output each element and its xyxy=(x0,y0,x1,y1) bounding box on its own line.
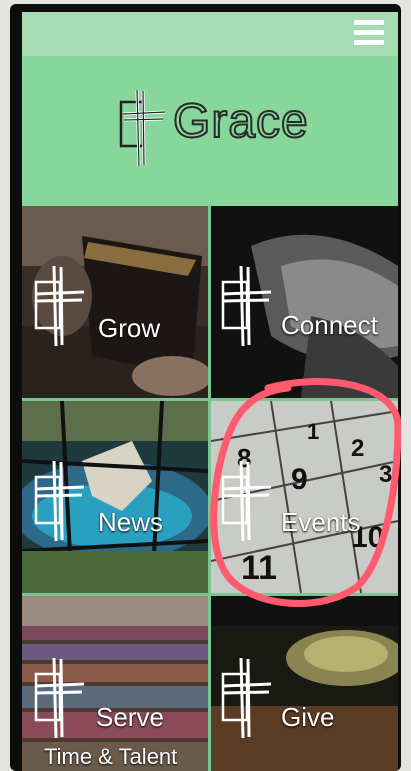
tile-grow[interactable]: Grow xyxy=(22,206,208,398)
calendar-number: 3 xyxy=(379,461,393,488)
menu-grid: Grow Connect News 1 2 3 8 9 10 11 Events… xyxy=(22,206,398,771)
tile-sublabel: Time & Talent xyxy=(44,744,178,769)
app-title: Grace xyxy=(172,94,309,149)
tile-serve[interactable]: Serve Time & Talent xyxy=(22,596,208,771)
header-top-bar xyxy=(22,12,398,56)
tile-label: Grow xyxy=(98,313,161,343)
tile-news[interactable]: News xyxy=(22,401,208,593)
cross-logo-icon xyxy=(119,89,166,167)
tile-label: Connect xyxy=(281,310,378,340)
app-header: Grace xyxy=(22,56,398,206)
calendar-number: 9 xyxy=(291,463,308,496)
cross-icon xyxy=(221,657,272,739)
app-screen: Grace Grow Connect News 1 2 3 8 9 10 11 … xyxy=(10,4,401,771)
tile-label: Serve xyxy=(96,702,164,732)
hamburger-menu-icon[interactable] xyxy=(354,20,384,46)
grace-logo: Grace xyxy=(117,84,317,168)
cross-icon xyxy=(221,265,272,347)
calendar-number: 2 xyxy=(351,435,365,462)
tile-events[interactable]: 1 2 3 8 9 10 11 Events xyxy=(211,401,398,593)
cross-icon xyxy=(34,265,85,347)
tile-label: Events xyxy=(281,507,361,537)
tile-connect[interactable]: Connect xyxy=(211,206,398,398)
cross-icon xyxy=(34,460,85,542)
calendar-number: 11 xyxy=(241,549,277,587)
cross-icon xyxy=(221,460,272,542)
tile-give[interactable]: Give xyxy=(211,596,398,771)
cross-icon xyxy=(34,657,85,739)
calendar-number: 1 xyxy=(307,419,320,444)
tile-label: News xyxy=(98,507,164,537)
tile-label: Give xyxy=(281,702,335,732)
